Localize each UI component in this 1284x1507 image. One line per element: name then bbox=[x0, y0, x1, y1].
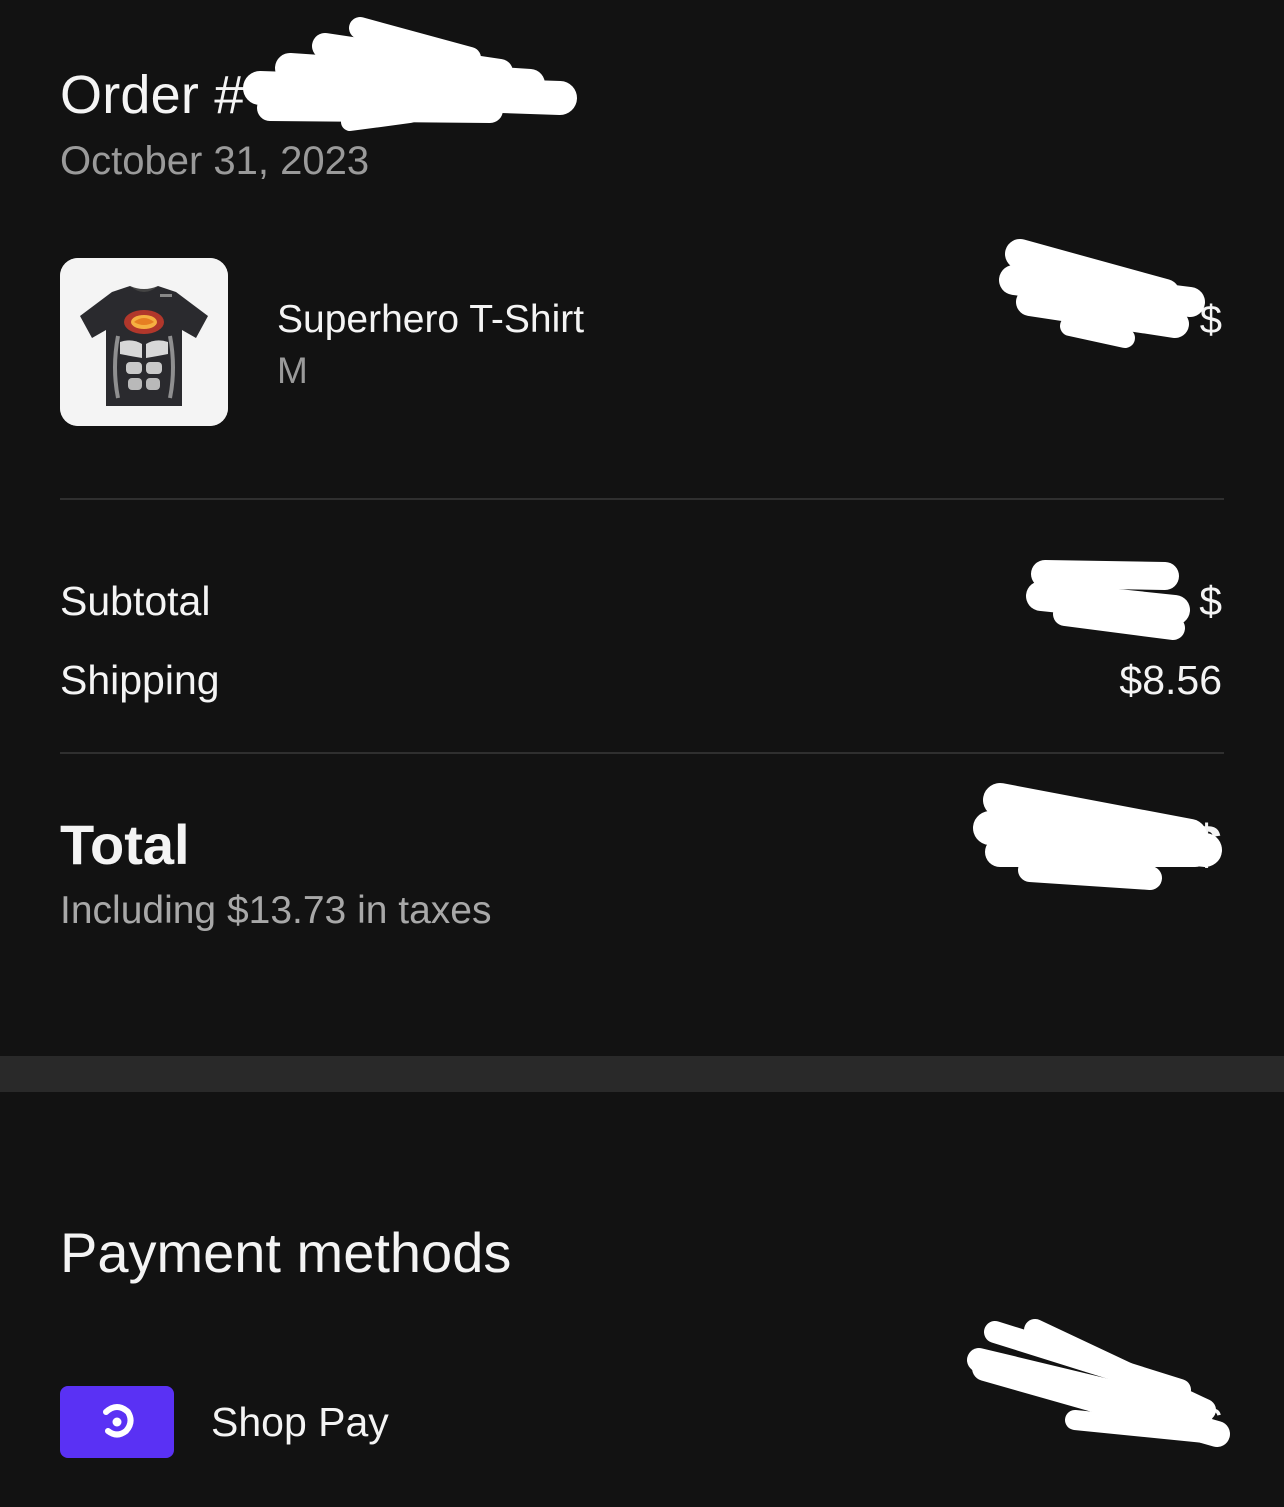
shipping-value: $8.56 bbox=[1119, 657, 1222, 703]
tshirt-image bbox=[60, 258, 228, 426]
section-separator bbox=[0, 1056, 1284, 1092]
payment-method-label: Shop Pay bbox=[211, 1399, 389, 1445]
redaction-scribble bbox=[999, 239, 1205, 348]
total-value: $ bbox=[1190, 813, 1222, 876]
shop-pay-icon bbox=[103, 1404, 134, 1438]
product-variant: M bbox=[277, 350, 308, 391]
payment-methods-heading: Payment methods bbox=[60, 1221, 512, 1284]
order-title: Order # bbox=[60, 65, 245, 125]
product-price: $ bbox=[1199, 298, 1222, 342]
subtotal-value: $ bbox=[1199, 578, 1222, 624]
shop-pay-badge bbox=[60, 1386, 174, 1458]
order-date: October 31, 2023 bbox=[60, 139, 370, 183]
product-name: Superhero T-Shirt bbox=[277, 298, 585, 341]
total-label: Total bbox=[60, 813, 190, 876]
redaction-scribble bbox=[243, 17, 577, 131]
divider bbox=[60, 498, 1224, 500]
order-details-page: Order # October 31, 2023 Superhero T-Shi… bbox=[0, 0, 1284, 1507]
divider bbox=[60, 752, 1224, 754]
product-thumbnail[interactable] bbox=[60, 258, 228, 426]
subtotal-label: Subtotal bbox=[60, 578, 211, 624]
shipping-label: Shipping bbox=[60, 657, 220, 703]
redaction-scribble bbox=[1026, 560, 1190, 640]
payment-amount: $ bbox=[1199, 1399, 1222, 1445]
tax-note: Including $13.73 in taxes bbox=[60, 889, 492, 932]
